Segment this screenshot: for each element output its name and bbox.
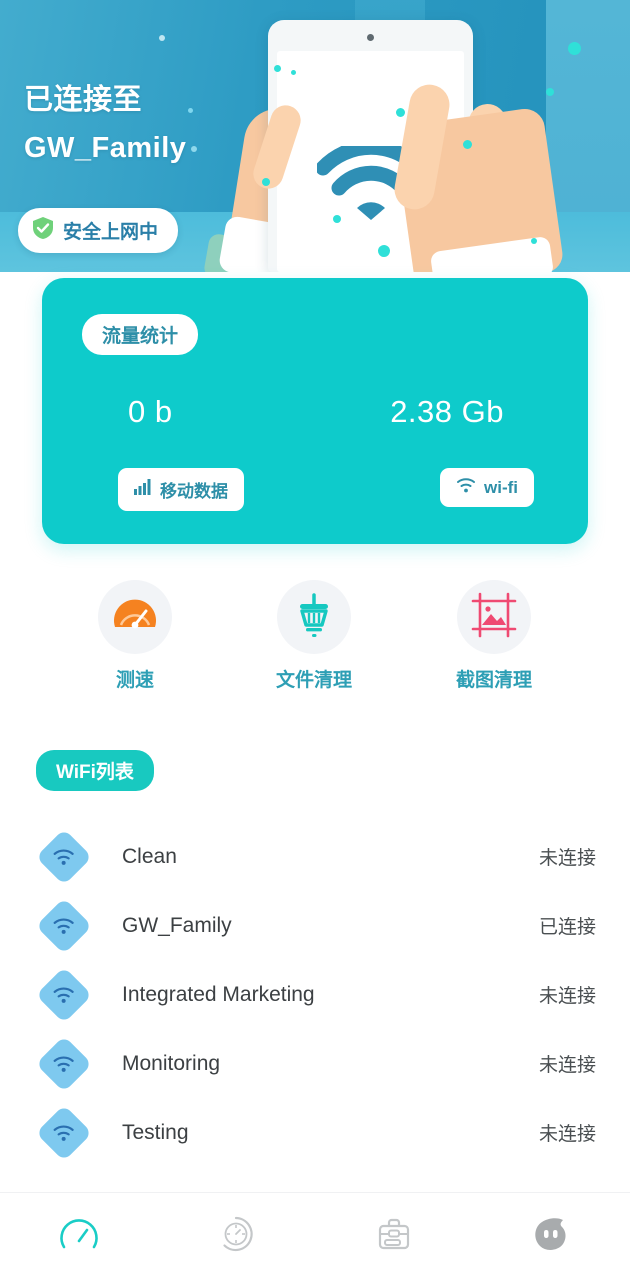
- broom-icon: [291, 592, 337, 643]
- action-file-clean-label: 文件清理: [275, 670, 352, 691]
- action-speed-test-circle: [97, 580, 172, 654]
- decor-dot: [531, 238, 537, 244]
- wifi-manager-app: 已连接至 GW_Family 安全上网中 流量统计 0 b 2.38 Gb 移动…: [0, 0, 630, 1280]
- wifi-network-icon: [35, 1104, 93, 1161]
- wifi-network-status: 未连接: [538, 1055, 596, 1076]
- shield-check-icon: [32, 216, 54, 245]
- wifi-network-icon: [35, 897, 93, 954]
- wifi-network-name: GW_Family: [122, 913, 232, 937]
- decor-dot: [568, 42, 581, 55]
- decor-dot: [396, 108, 405, 117]
- banner-title-line1: 已连接至: [24, 84, 143, 116]
- wifi-list-item[interactable]: Clean 未连接: [0, 822, 630, 891]
- nav-tab-mascot[interactable]: [473, 1212, 630, 1261]
- decor-dot: [262, 178, 270, 186]
- wifi-network-status: 已连接: [538, 917, 596, 938]
- bottom-navigation-bar: [0, 1192, 630, 1280]
- signal-bars-icon: [134, 479, 152, 500]
- wifi-network-name: Clean: [122, 844, 177, 868]
- decor-dot: [333, 215, 341, 223]
- action-shortcuts: 测速 文件清理 截图清理: [0, 580, 630, 692]
- wifi-list-title: WiFi列表: [36, 750, 154, 791]
- wifi-network-name: Testing: [122, 1120, 189, 1144]
- decor-dot: [546, 88, 554, 96]
- compass-icon: [215, 1213, 257, 1260]
- status-badge-label: 安全上网中: [63, 222, 159, 243]
- speedometer-icon: [58, 1213, 100, 1260]
- wifi-network-icon: [35, 966, 93, 1023]
- traffic-statistics-card: 流量统计 0 b 2.38 Gb 移动数据 wi-fi: [42, 278, 588, 544]
- wifi-data-button[interactable]: wi-fi: [440, 468, 534, 507]
- mobile-data-value: 0 b: [128, 394, 173, 429]
- decor-dot: [188, 108, 193, 113]
- image-frame-icon: [471, 592, 517, 643]
- banner-title-line2: GW_Family: [24, 132, 187, 164]
- wifi-data-value: 2.38 Gb: [390, 394, 504, 429]
- action-speed-test[interactable]: 测速: [97, 580, 172, 692]
- nav-tab-speed[interactable]: [0, 1213, 158, 1260]
- traffic-card-badge: 流量统计: [82, 314, 199, 355]
- decor-dot: [274, 65, 281, 72]
- action-speed-test-label: 测速: [115, 670, 154, 691]
- page-title: 已连接至 GW_Family: [24, 76, 186, 172]
- wifi-network-icon: [35, 828, 93, 885]
- decor-dot: [378, 245, 390, 257]
- nav-tab-compass[interactable]: [158, 1213, 316, 1260]
- wifi-network-status: 未连接: [538, 986, 596, 1007]
- wifi-network-status: 未连接: [538, 1124, 596, 1145]
- tablet-camera-dot: [367, 34, 374, 41]
- decor-dot: [291, 70, 296, 75]
- decor-dot: [159, 35, 165, 41]
- wifi-data-button-label: wi-fi: [484, 477, 518, 497]
- action-screenshot-clean-circle: [456, 580, 531, 654]
- status-badge[interactable]: 安全上网中: [18, 208, 179, 253]
- connection-banner: 已连接至 GW_Family 安全上网中: [0, 0, 630, 272]
- decor-dot: [191, 146, 197, 152]
- mascot-face-icon: [529, 1212, 573, 1261]
- nav-tab-toolbox[interactable]: [315, 1213, 473, 1260]
- action-screenshot-clean[interactable]: 截图清理: [456, 580, 532, 692]
- wifi-list-item[interactable]: Testing 未连接: [0, 1098, 630, 1167]
- wifi-network-name: Integrated Marketing: [122, 982, 315, 1006]
- action-file-clean-circle: [276, 580, 351, 654]
- action-screenshot-clean-label: 截图清理: [455, 670, 532, 691]
- action-file-clean[interactable]: 文件清理: [276, 580, 352, 692]
- mobile-data-button[interactable]: 移动数据: [118, 468, 244, 511]
- illustration-wall-right: [546, 0, 630, 212]
- decor-dot: [463, 140, 472, 149]
- wifi-network-name: Monitoring: [122, 1051, 221, 1075]
- wifi-icon: [456, 477, 476, 498]
- wifi-list-item[interactable]: Monitoring 未连接: [0, 1029, 630, 1098]
- wifi-list: Clean 未连接 GW_Family 已连接 Integrated Marke…: [0, 822, 630, 1167]
- wifi-list-item[interactable]: Integrated Marketing 未连接: [0, 960, 630, 1029]
- wifi-network-icon: [35, 1035, 93, 1092]
- wifi-network-status: 未连接: [538, 848, 596, 869]
- wifi-list-item[interactable]: GW_Family 已连接: [0, 891, 630, 960]
- mobile-data-button-label: 移动数据: [160, 482, 228, 501]
- toolbox-icon: [373, 1213, 415, 1260]
- speedometer-icon: [111, 593, 159, 642]
